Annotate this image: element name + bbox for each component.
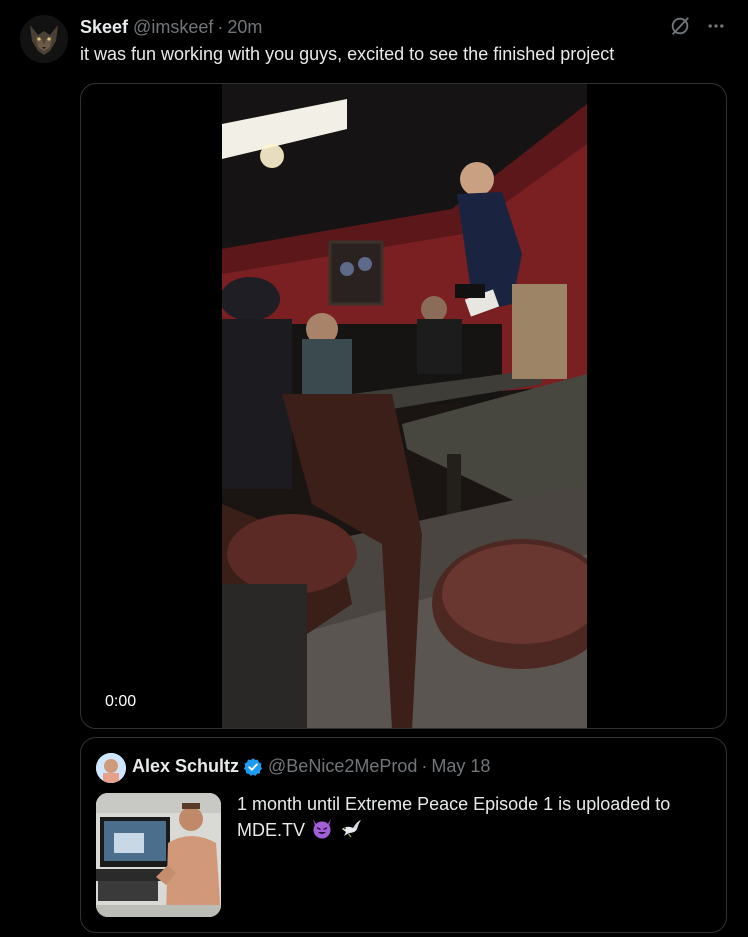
header-separator: ·	[217, 16, 224, 37]
quoted-author-avatar[interactable]	[96, 753, 126, 783]
grok-icon[interactable]	[668, 14, 692, 38]
verified-badge-icon[interactable]	[243, 757, 263, 777]
quoted-tweet[interactable]: Alex Schultz @BeNice2MeProd · May 18 1 m…	[80, 737, 727, 933]
smiling-devil-emoji-icon	[310, 817, 334, 846]
author-handle[interactable]: @imskeef	[133, 17, 213, 38]
video-timestamp: 0:00	[105, 693, 137, 710]
more-icon[interactable]	[704, 14, 728, 38]
tweet: Skeef @imskeef · 20m it was fun working …	[0, 0, 748, 937]
video-player[interactable]: 0:00	[80, 83, 727, 729]
quoted-media-thumbnail[interactable]	[96, 793, 221, 917]
quoted-header-separator: ·	[421, 756, 428, 776]
wolf-avatar-icon	[20, 15, 68, 63]
tweet-timestamp[interactable]: 20m	[227, 17, 262, 38]
quoted-tweet-header: Alex Schultz @BeNice2MeProd · May 18	[132, 756, 490, 777]
quoted-author-handle[interactable]: @BeNice2MeProd	[268, 756, 417, 777]
quoted-tweet-timestamp[interactable]: May 18	[431, 756, 490, 777]
author-avatar[interactable]	[20, 15, 68, 63]
quoted-tweet-text-body: 1 month until Extreme Peace Episode 1 is…	[237, 794, 671, 840]
video-frame[interactable]	[222, 84, 587, 728]
quoted-author-display-name[interactable]: Alex Schultz	[132, 756, 239, 777]
tweet-text: it was fun working with you guys, excite…	[80, 44, 615, 64]
quoted-tweet-text: 1 month until Extreme Peace Episode 1 is…	[237, 792, 707, 846]
video-still-image	[222, 84, 587, 728]
tweet-header: Skeef @imskeef · 20m	[80, 16, 262, 38]
author-display-name[interactable]: Skeef	[80, 17, 128, 38]
dove-emoji-icon	[339, 817, 363, 846]
tweet-header-actions	[668, 14, 728, 38]
